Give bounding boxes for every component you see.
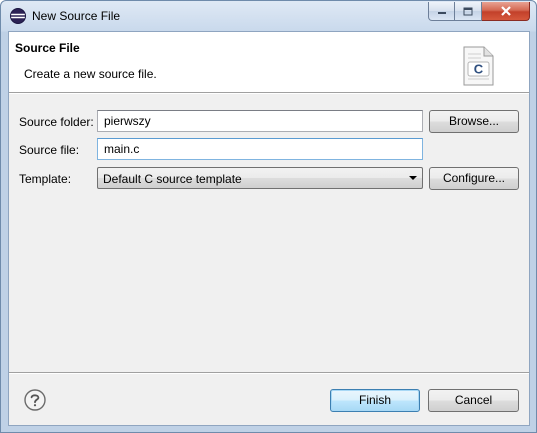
close-icon [500,6,511,16]
title-bar[interactable]: New Source File [1,1,536,31]
window-title: New Source File [32,9,121,23]
close-button[interactable] [482,2,530,21]
source-file-label: Source file: [19,143,80,157]
eclipse-icon[interactable] [10,8,26,24]
browse-button[interactable]: Browse... [429,110,519,133]
finish-button[interactable]: Finish [330,389,420,412]
button-bar-separator-highlight [9,373,529,374]
template-selected-value: Default C source template [103,172,242,186]
banner-separator-highlight [9,93,529,94]
chevron-down-icon [409,176,417,180]
source-folder-label: Source folder: [19,115,94,129]
maximize-icon [463,7,473,15]
wizard-banner: Source File Create a new source file. C [9,32,529,92]
dialog-client-area: Source File Create a new source file. C … [8,31,530,426]
c-letter: C [474,62,484,77]
help-icon[interactable] [24,389,46,411]
template-select[interactable]: Default C source template [97,167,423,189]
c-source-file-icon: C [462,46,494,86]
maximize-button[interactable] [455,2,482,21]
page-description: Create a new source file. [24,67,157,81]
minimize-button[interactable] [428,2,455,21]
source-folder-input[interactable] [97,110,423,132]
configure-button[interactable]: Configure... [429,167,519,190]
source-file-input[interactable] [97,138,423,160]
page-title: Source File [15,41,80,55]
dialog-window: New Source File Source File Create a new… [0,0,537,433]
template-label: Template: [19,172,72,186]
cancel-button[interactable]: Cancel [428,389,519,412]
minimize-icon [437,12,446,14]
